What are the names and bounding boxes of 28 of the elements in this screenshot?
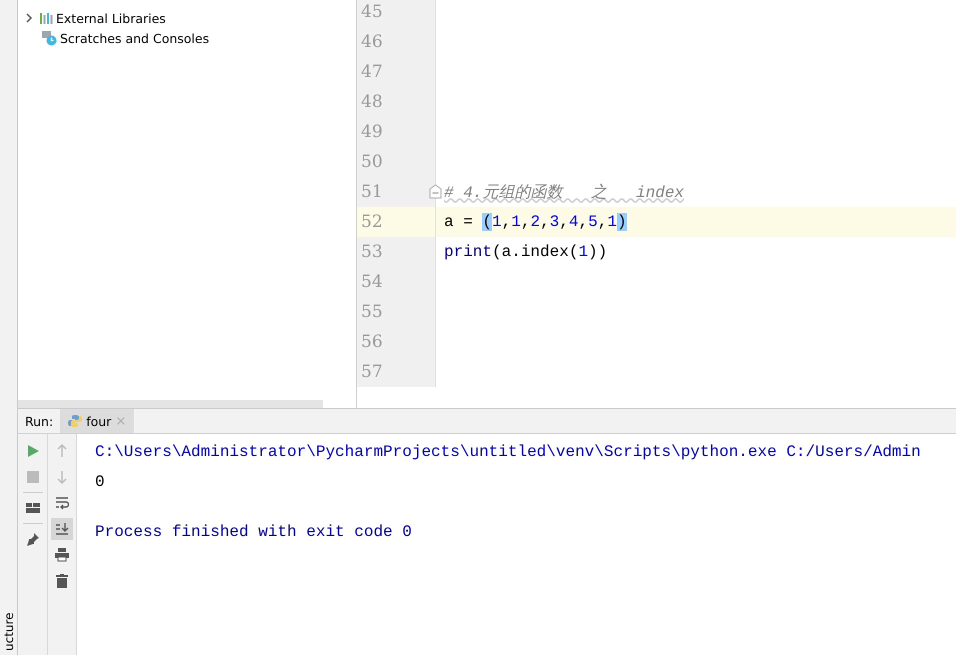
line-number: 46 [357,27,436,57]
console-line: Process finished with exit code 0 [95,522,412,542]
tree-item-label[interactable]: External Libraries [56,10,166,26]
library-icon [39,12,53,24]
code-line: print(a.index(1)) [443,242,608,263]
run-tab[interactable]: four × [60,409,134,433]
tree-item-label[interactable]: Scratches and Consoles [60,30,210,46]
line-number: 48 [357,87,436,117]
code-line: # 4.元组的函数 之 index [443,182,684,204]
code-line: a = (1,1,2,3,4,5,1) [443,212,627,233]
line-number: 47 [357,57,436,87]
run-label: Run: [24,412,54,430]
line-number: 56 [357,327,436,357]
structure-tool-tab[interactable]: ucture [2,609,16,651]
scratch-clock-icon [41,30,57,46]
line-number: 50 [357,147,436,177]
horizontal-scrollbar[interactable] [18,400,323,408]
line-number: 57 [357,357,436,387]
line-number: 53 [357,237,436,267]
line-number: 45 [357,0,436,27]
console-line: C:\Users\Administrator\PycharmProjects\untitled\venv\Scripts\python.exe C:/Users/Admin [95,442,921,462]
scroll-to-end-icon[interactable] [51,518,73,540]
python-logo-icon [68,414,82,428]
fold-marker-icon[interactable] [429,184,442,199]
line-number: 49 [357,117,436,147]
line-number: 54 [357,267,436,297]
line-number: 55 [357,297,436,327]
console-line: 0 [95,472,105,492]
